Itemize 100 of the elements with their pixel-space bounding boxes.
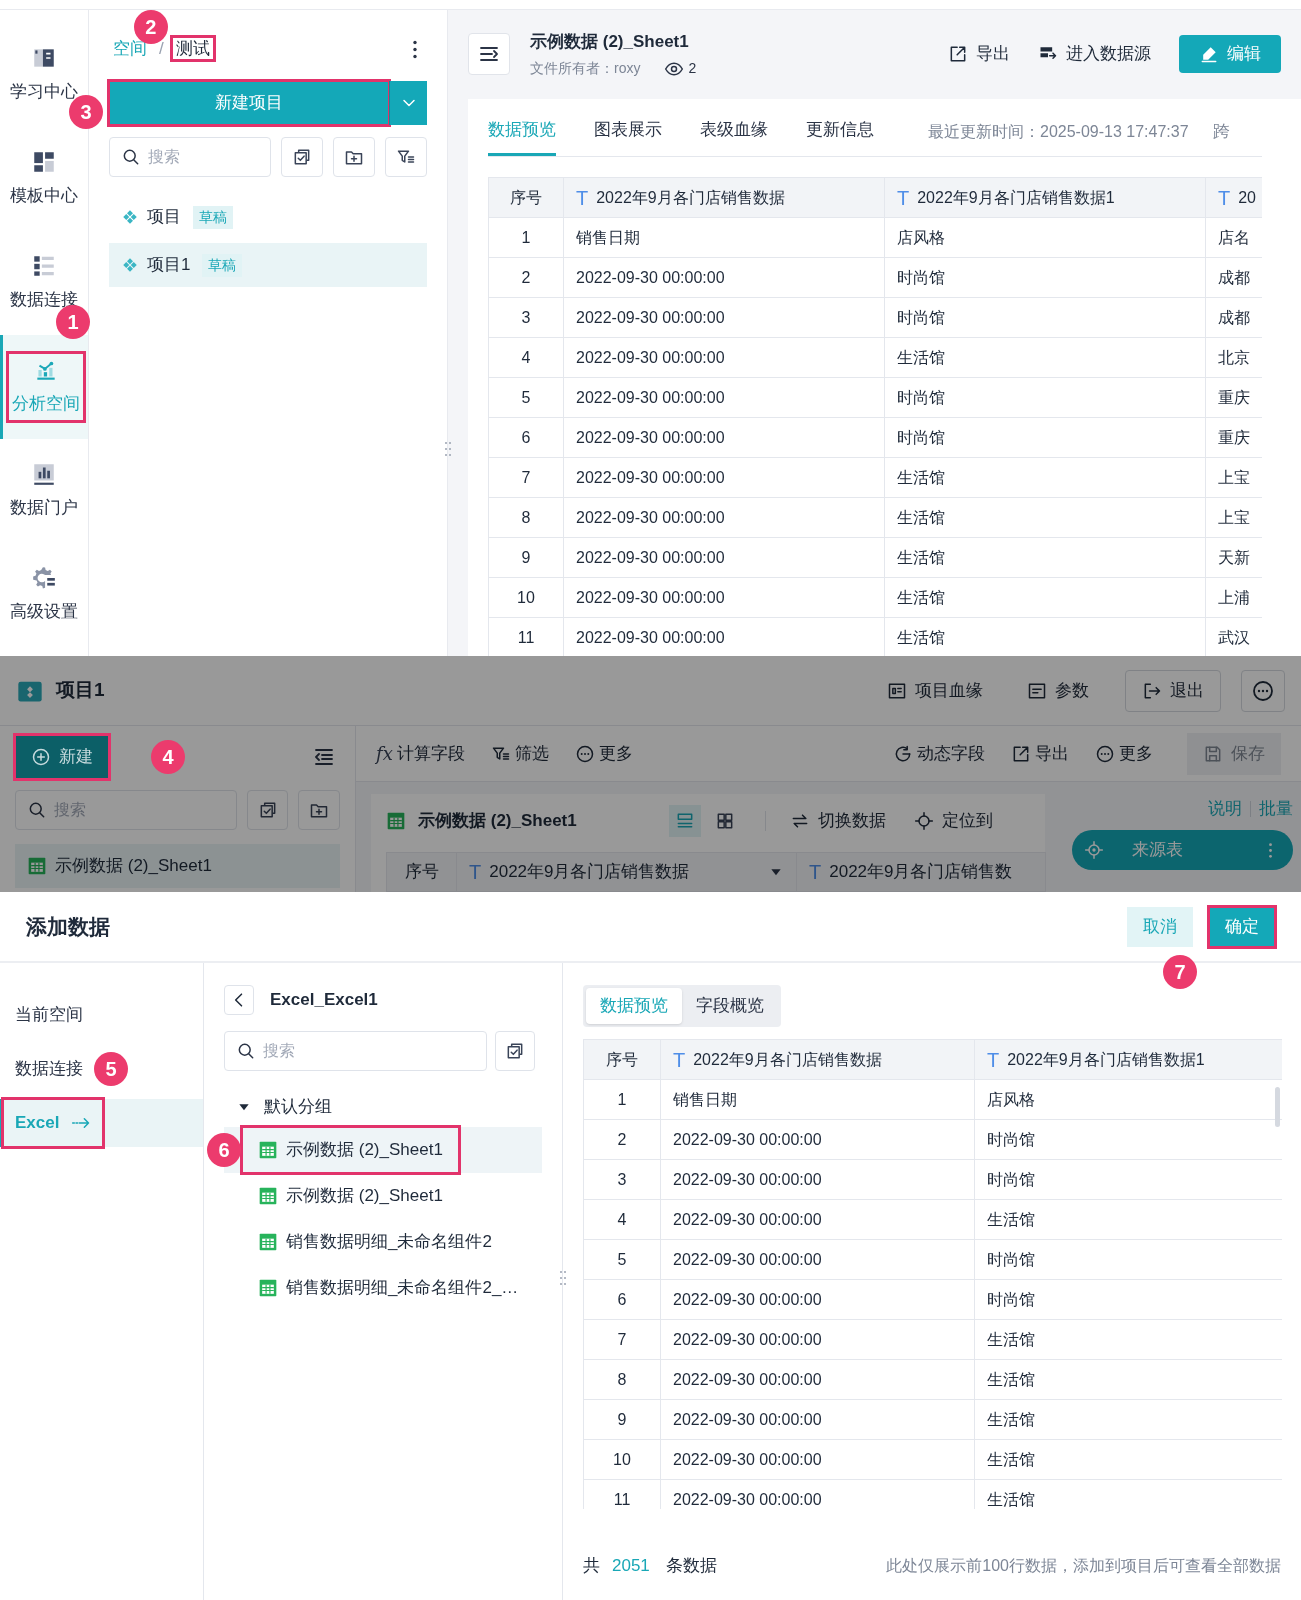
source-item[interactable]: 数据连接 [3,1045,95,1093]
type-icon: T [1218,187,1231,208]
batch-select-button[interactable] [495,1031,535,1071]
header-button[interactable]: 参数 [1011,669,1105,712]
toolbar-button[interactable]: 更多 [1095,740,1153,767]
pencil-icon [1199,44,1219,64]
table-cell: 时尚馆 [885,418,1206,457]
outline-toggle-button[interactable] [468,33,510,75]
type-icon: T [987,1049,1000,1070]
search-icon [236,1041,256,1061]
table-cell: 5 [584,1240,661,1279]
toolbar-button[interactable]: 更多 [574,740,633,767]
table-cell: 时尚馆 [885,298,1206,337]
search-field[interactable]: 搜索 [109,137,272,177]
resize-handle [444,441,452,457]
more-button[interactable] [1241,669,1285,712]
back-button[interactable] [224,985,254,1015]
batch-select-button[interactable] [246,790,289,830]
table-item[interactable]: 示例数据 (2)_Sheet1 [242,1173,459,1219]
scrollbar[interactable] [1275,1087,1280,1127]
table-cell: 8 [584,1360,661,1399]
nav-item[interactable]: 高级设置 [6,561,82,629]
crosshair-icon [1084,840,1104,860]
toolbar-button[interactable]: 定位到 [913,808,993,834]
table-cell: 6 [489,418,564,457]
table-cell: 时尚馆 [885,378,1206,417]
toolbar-link[interactable]: 导出 [940,35,1018,73]
toolbar-button[interactable]: 动态字段 [893,740,985,767]
spreadsheet-icon [27,856,47,876]
table-cell: 生活馆 [885,578,1206,617]
table-cell: 时尚馆 [885,258,1206,297]
new-button[interactable]: 新建 [15,735,109,779]
ellipsis-icon [574,743,595,764]
column-header: 序号 [584,1040,661,1079]
view-count: 2 [688,59,697,79]
project-item[interactable]: 项目1 草稿 [109,243,427,287]
breadcrumb-item[interactable]: 测试 [171,37,214,61]
table-cell: 2022-09-30 00:00:00 [661,1120,975,1159]
table-cell: 成都 [1206,258,1262,297]
batch-select-button[interactable] [281,137,324,177]
table-item[interactable]: 销售数据明细_未命名组件2 [242,1219,508,1265]
spreadsheet-icon [258,1140,278,1160]
table-cell: 重庆 [1206,378,1262,417]
tab[interactable]: 表级血缘 [700,107,768,156]
table-cell: 10 [489,578,564,617]
table-cell: 生活馆 [975,1320,1282,1359]
table-cell: 2022-09-30 00:00:00 [661,1200,975,1239]
table-cell: 2022-09-30 00:00:00 [564,378,885,417]
toolbar-button[interactable]: 导出 [1011,740,1069,767]
table-cell: 生活馆 [885,498,1206,537]
table-cell: 销售日期 [564,218,885,257]
table-cell: 7 [489,458,564,497]
group-toggle[interactable]: 默认分组 [224,1087,344,1127]
table-cell: 时尚馆 [975,1160,1282,1199]
header-button[interactable]: 退出 [1125,669,1221,712]
table-cell: 1 [584,1080,661,1119]
nav-item[interactable]: 数据门户 [6,457,82,525]
filter-button[interactable] [385,137,427,177]
checkbox-icon [505,1041,525,1061]
table-cell: 2022-09-30 00:00:00 [661,1360,975,1399]
table-cell: 时尚馆 [975,1280,1282,1319]
table-cell: 2022-09-30 00:00:00 [564,418,885,457]
toolbar-label: 更多 [598,742,633,765]
toolbar-button[interactable]: fx 计算字段 [376,740,465,767]
table-cell: 8 [489,498,564,537]
table-cell: 生活馆 [975,1400,1282,1439]
toolbar-button[interactable]: 筛选 [490,740,549,767]
toolbar-button[interactable]: 切换数据 [789,808,886,834]
source-item[interactable]: 当前空间 [3,991,95,1039]
table-cell: 生活馆 [975,1440,1282,1479]
total-label: 条数据 [665,1555,718,1578]
tab[interactable]: 图表展示 [594,107,662,156]
row-count: 2051 [612,1555,650,1578]
new-folder-button[interactable] [333,137,376,177]
resize-handle [559,1270,567,1286]
table-cell: 2022-09-30 00:00:00 [564,298,885,337]
type-icon: T [809,862,822,882]
header-button[interactable]: 项目血缘 [871,669,999,712]
search-field[interactable]: 搜索 [224,1031,487,1071]
table-item[interactable]: 销售数据明细_未命名组件2_… [242,1265,535,1311]
preview-note: 此处仅展示前100行数据，添加到项目后可查看全部数据 [886,1556,1281,1576]
project-item[interactable]: 项目 草稿 [109,195,427,239]
project-name: 项目1 [147,254,191,277]
dataset-item[interactable]: 示例数据 (2)_Sheet1 [15,844,340,888]
tab[interactable]: 跨 [1212,118,1230,145]
new-folder-button[interactable] [298,790,340,830]
tab[interactable]: 字段概览 [682,988,778,1024]
toolbar-link[interactable]: 进入数据源 [1030,35,1159,73]
table-cell: 时尚馆 [975,1240,1282,1279]
type-icon: T [469,862,482,882]
table-cell: 生活馆 [885,538,1206,577]
crosshair-icon [913,811,934,831]
table-cell: 2022-09-30 00:00:00 [564,538,885,577]
type-icon: T [576,187,589,208]
table-cell: 成都 [1206,298,1262,337]
table-cell: 生活馆 [885,338,1206,377]
column-label: 2022年9月各门店销售数据 [596,187,785,208]
nav-item[interactable]: 模板中心 [6,145,82,213]
table-cell: 上宝 [1206,498,1262,537]
tab[interactable]: 更新信息 [806,107,874,156]
